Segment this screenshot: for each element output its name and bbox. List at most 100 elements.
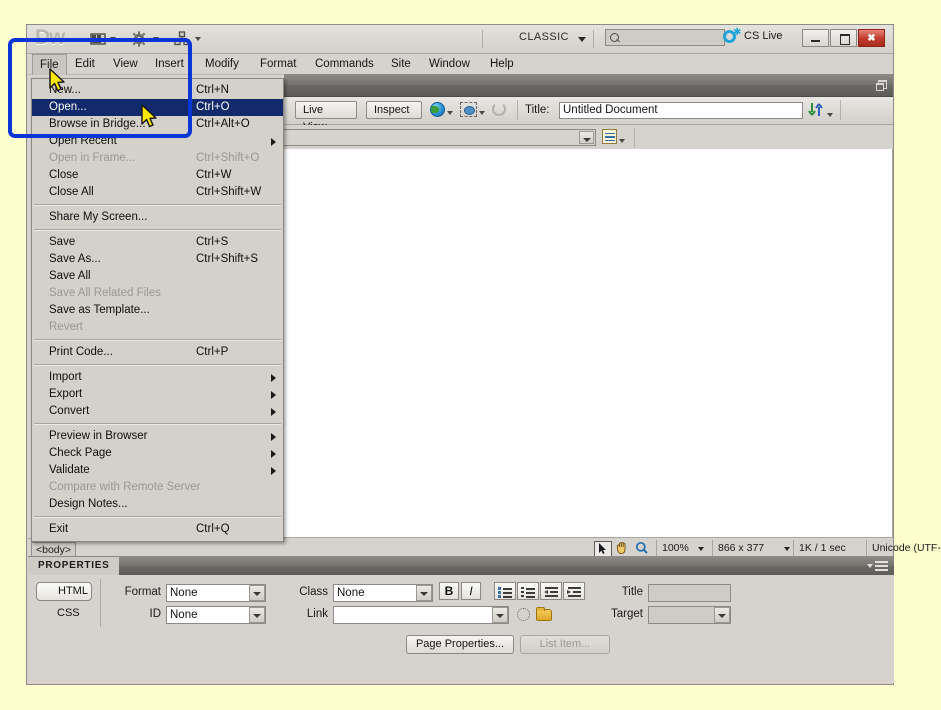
- title-field-input[interactable]: [648, 584, 731, 602]
- page-properties-button[interactable]: Page Properties...: [406, 635, 514, 654]
- close-button[interactable]: ✖: [858, 29, 885, 47]
- menu-item-open[interactable]: Open... Ctrl+O: [32, 99, 283, 116]
- indent-button[interactable]: [563, 582, 585, 600]
- menu-item-preview-in-browser[interactable]: Preview in Browser: [32, 428, 283, 445]
- refresh-icon[interactable]: [492, 102, 506, 116]
- menu-item-validate[interactable]: Validate: [32, 462, 283, 479]
- italic-button[interactable]: I: [461, 582, 481, 600]
- css-inspect-icon[interactable]: [602, 129, 617, 144]
- link-input[interactable]: [333, 606, 509, 624]
- unordered-list-button[interactable]: [494, 582, 516, 600]
- properties-body: HTML CSS Format None ID None Class None …: [28, 575, 894, 683]
- submenu-arrow-icon: [271, 433, 276, 441]
- menu-site[interactable]: Site: [384, 54, 418, 74]
- workspace-switcher-label[interactable]: CLASSIC: [519, 31, 569, 43]
- tab-properties[interactable]: PROPERTIES: [28, 557, 120, 575]
- class-chevron-down-icon[interactable]: [416, 585, 432, 601]
- menu-item-convert[interactable]: Convert: [32, 403, 283, 420]
- menu-item-label: Open Recent: [49, 135, 117, 147]
- menu-item-shortcut: Ctrl+S: [196, 236, 229, 248]
- site-setup-icon[interactable]: [173, 30, 191, 48]
- zoom-chevron-down-icon[interactable]: [698, 547, 704, 551]
- outdent-button[interactable]: [540, 582, 562, 600]
- menu-item-import[interactable]: Import: [32, 369, 283, 386]
- menu-item-save-as[interactable]: Save As... Ctrl+Shift+S: [32, 251, 283, 268]
- menu-item-save[interactable]: Save Ctrl+S: [32, 234, 283, 251]
- menu-item-label: Share My Screen...: [49, 211, 148, 223]
- site-chevron-down-icon[interactable]: [195, 37, 201, 41]
- minimize-button[interactable]: [802, 29, 829, 47]
- menu-item-design-notes[interactable]: Design Notes...: [32, 496, 283, 513]
- menu-item-save-as-template[interactable]: Save as Template...: [32, 302, 283, 319]
- select-tool-icon[interactable]: [594, 541, 612, 557]
- globe-icon[interactable]: [430, 102, 445, 117]
- link-label: Link: [306, 608, 328, 620]
- format-chevron-down-icon[interactable]: [249, 585, 265, 601]
- menu-window[interactable]: Window: [422, 54, 477, 74]
- css-inspect-chevron-down-icon[interactable]: [619, 139, 625, 143]
- document-title-input[interactable]: Untitled Document: [559, 102, 803, 119]
- menu-file[interactable]: File: [32, 54, 67, 75]
- extend-gear-icon[interactable]: [130, 30, 148, 48]
- visual-aids-chevron-down-icon[interactable]: [479, 111, 485, 115]
- document-canvas[interactable]: [284, 149, 893, 537]
- menu-item-browse-in-bridge[interactable]: Browse in Bridge... Ctrl+Alt+O: [32, 116, 283, 133]
- toolbar2-divider: [634, 128, 635, 148]
- menu-item-close-all[interactable]: Close All Ctrl+Shift+W: [32, 184, 283, 201]
- menu-item-close[interactable]: Close Ctrl+W: [32, 167, 283, 184]
- target-chevron-down-icon[interactable]: [714, 607, 730, 623]
- cs-live-label[interactable]: CS Live: [744, 30, 783, 42]
- menu-format[interactable]: Format: [253, 54, 303, 74]
- restore-window-icon[interactable]: [876, 80, 887, 91]
- ordered-list-button[interactable]: [517, 582, 539, 600]
- browse-folder-icon[interactable]: [536, 607, 552, 621]
- globe-chevron-down-icon[interactable]: [447, 111, 453, 115]
- menu-item-print-code[interactable]: Print Code... Ctrl+P: [32, 344, 283, 361]
- css-tab-button[interactable]: CSS: [36, 605, 92, 623]
- file-management-chevron-down-icon[interactable]: [827, 113, 833, 117]
- title-label: Title:: [525, 104, 550, 116]
- inspect-button[interactable]: Inspect: [366, 101, 422, 119]
- menu-commands[interactable]: Commands: [308, 54, 381, 74]
- menu-item-share-my-screen[interactable]: Share My Screen...: [32, 209, 283, 226]
- menu-insert[interactable]: Insert: [148, 54, 191, 74]
- window-size-chevron-down-icon[interactable]: [784, 547, 790, 551]
- point-to-file-icon[interactable]: [517, 608, 530, 621]
- link-chevron-down-icon[interactable]: [492, 607, 508, 623]
- panel-menu-chevron-down-icon[interactable]: [867, 564, 873, 568]
- bold-button[interactable]: B: [439, 582, 459, 600]
- layout-icon[interactable]: [89, 30, 107, 48]
- layout-chevron-down-icon[interactable]: [110, 37, 116, 41]
- menu-item-check-page[interactable]: Check Page: [32, 445, 283, 462]
- menu-item-label: Save All: [49, 270, 91, 282]
- visual-aids-eye-icon[interactable]: [460, 102, 477, 117]
- menu-item-open-recent[interactable]: Open Recent: [32, 133, 283, 150]
- hand-tool-icon[interactable]: [614, 541, 632, 557]
- menu-item-label: Import: [49, 371, 82, 383]
- menu-item-label: Open...: [49, 101, 87, 113]
- submenu-arrow-icon: [271, 391, 276, 399]
- file-menu-dropdown[interactable]: New... Ctrl+N Open... Ctrl+O Browse in B…: [31, 78, 284, 542]
- menu-item-export[interactable]: Export: [32, 386, 283, 403]
- menu-item-save-all[interactable]: Save All: [32, 268, 283, 285]
- menu-item-label: Revert: [49, 321, 83, 333]
- style-select-chevron-down-icon[interactable]: [579, 131, 594, 144]
- menu-edit[interactable]: Edit: [68, 54, 102, 74]
- html-tab-button[interactable]: HTML: [36, 582, 92, 601]
- file-management-icon[interactable]: [808, 102, 826, 118]
- workspace-chevron-down-icon[interactable]: [578, 37, 586, 42]
- cs-live-star-icon: ✱: [733, 27, 742, 38]
- menu-item-new[interactable]: New... Ctrl+N: [32, 82, 283, 99]
- menu-modify[interactable]: Modify: [198, 54, 246, 74]
- zoom-tool-icon[interactable]: [634, 541, 652, 557]
- live-view-button[interactable]: Live View: [295, 101, 357, 133]
- id-chevron-down-icon[interactable]: [249, 607, 265, 623]
- properties-panel: PROPERTIES HTML CSS Format None ID None …: [28, 556, 894, 683]
- menu-item-exit[interactable]: Exit Ctrl+Q: [32, 521, 283, 538]
- menu-view[interactable]: View: [106, 54, 145, 74]
- maximize-button[interactable]: [830, 29, 857, 47]
- search-input[interactable]: [605, 29, 725, 46]
- panel-options-menu-icon[interactable]: [875, 561, 888, 572]
- extend-chevron-down-icon[interactable]: [153, 37, 159, 41]
- menu-help[interactable]: Help: [483, 54, 521, 74]
